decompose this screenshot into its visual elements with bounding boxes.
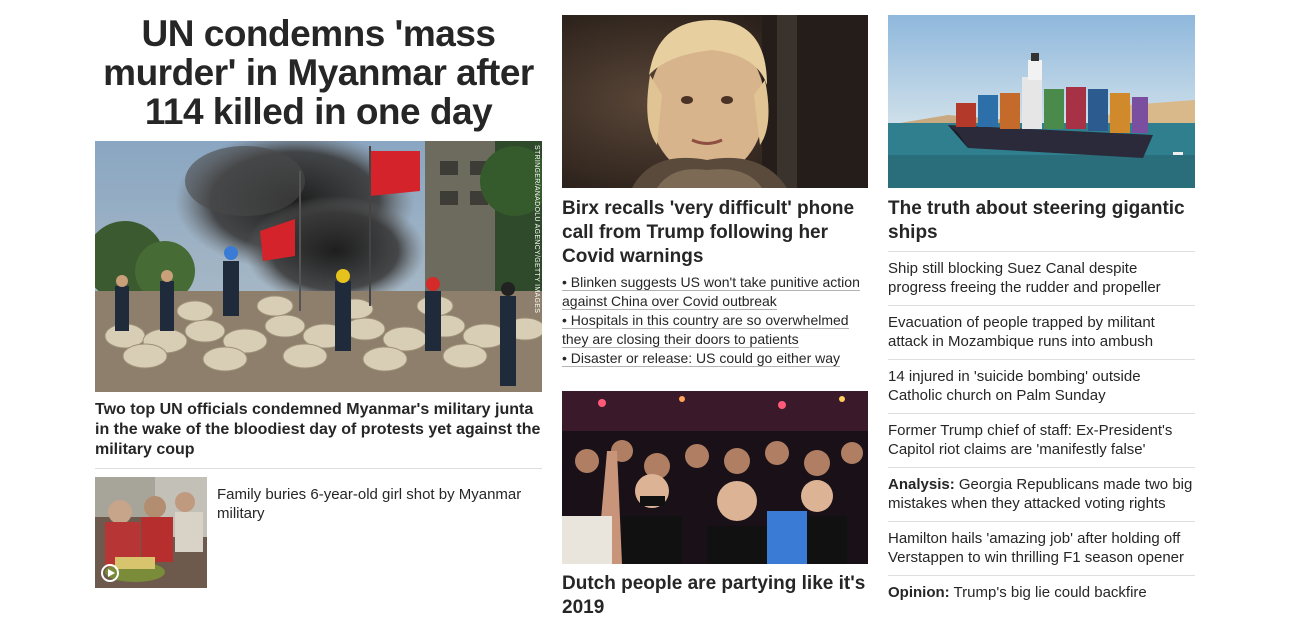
birx-headline[interactable]: Birx recalls 'very difficult' phone call… <box>562 197 868 269</box>
dutch-party-photo[interactable] <box>562 391 868 564</box>
lead-headline[interactable]: UN condemns 'mass murder' in Myanmar aft… <box>95 14 542 131</box>
related-link[interactable]: • Blinken suggests US won't take punitiv… <box>562 273 868 311</box>
list-item[interactable]: Evacuation of people trapped by militant… <box>888 305 1195 359</box>
related-link[interactable]: • Disaster or release: US could go eithe… <box>562 349 868 368</box>
analysis-list-item[interactable]: Analysis: Georgia Republicans made two b… <box>888 467 1195 521</box>
list-item[interactable]: Ship still blocking Suez Canal despite p… <box>888 251 1195 305</box>
ship-photo[interactable] <box>888 15 1195 188</box>
family-burial-thumbnail[interactable] <box>95 477 207 588</box>
lead-caption[interactable]: Two top UN officials condemned Myanmar's… <box>95 400 542 460</box>
small-story: Family buries 6-year-old girl shot by My… <box>95 477 542 588</box>
play-icon <box>101 564 119 582</box>
birx-image <box>562 15 868 188</box>
myanmar-protest-image <box>95 141 542 392</box>
opinion-list-item[interactable]: Opinion: Trump's big lie could backfire <box>888 575 1195 610</box>
list-item[interactable]: Former Trump chief of staff: Ex-Presiden… <box>888 413 1195 467</box>
right-column: The truth about steering gigantic ships … <box>888 15 1195 610</box>
middle-column: Birx recalls 'very difficult' phone call… <box>562 15 868 620</box>
divider <box>95 468 542 469</box>
myanmar-protest-photo[interactable]: STRINGER/ANADOLU AGENCY/GETTY IMAGES <box>95 141 542 392</box>
dutch-party-image <box>562 391 868 564</box>
ships-headline[interactable]: The truth about steering gigantic ships <box>888 197 1195 245</box>
birx-related-list: • Blinken suggests US won't take punitiv… <box>562 273 868 368</box>
small-story-title[interactable]: Family buries 6-year-old girl shot by My… <box>217 485 542 588</box>
list-item[interactable]: 14 injured in 'suicide bombing' outside … <box>888 359 1195 413</box>
container-ship-image <box>888 15 1195 188</box>
dutch-headline[interactable]: Dutch people are partying like it's 2019 <box>562 572 868 620</box>
related-link[interactable]: • Hospitals in this country are so overw… <box>562 311 868 349</box>
birx-photo[interactable] <box>562 15 868 188</box>
ships-related-list: Ship still blocking Suez Canal despite p… <box>888 251 1195 610</box>
photo-credit: STRINGER/ANADOLU AGENCY/GETTY IMAGES <box>533 145 540 314</box>
list-item[interactable]: Hamilton hails 'amazing job' after holdi… <box>888 521 1195 575</box>
lead-column: UN condemns 'mass murder' in Myanmar aft… <box>95 14 542 588</box>
